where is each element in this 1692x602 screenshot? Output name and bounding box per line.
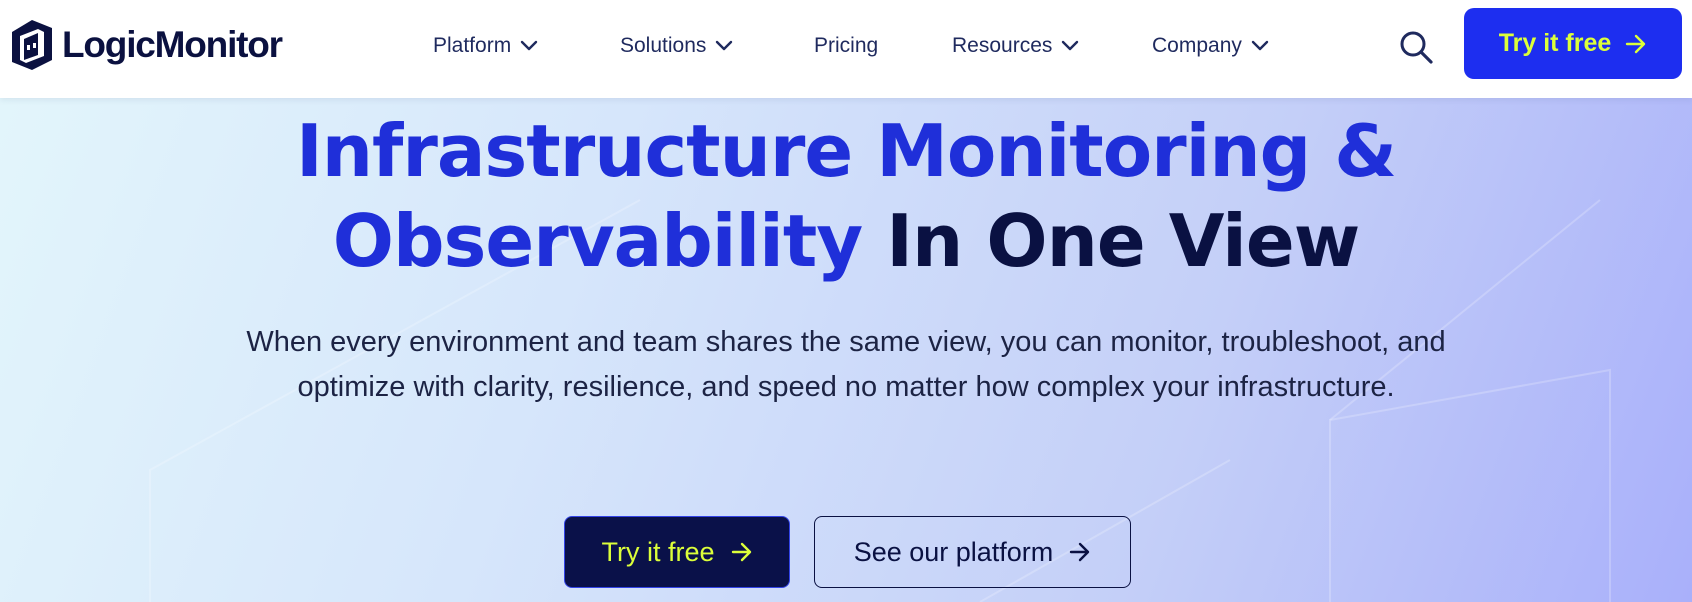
nav-item-company[interactable]: Company (1152, 26, 1269, 66)
try-free-label: Try it free (601, 536, 715, 567)
nav-item-resources[interactable]: Resources (952, 26, 1079, 66)
hero-title: Infrastructure Monitoring & Observabilit… (0, 106, 1692, 286)
search-button[interactable] (1396, 27, 1436, 67)
chevron-down-icon (520, 40, 538, 51)
site-header: LogicMonitor Platform Solutions Pricing … (0, 0, 1692, 98)
chevron-down-icon (1062, 40, 1079, 51)
search-icon (1400, 31, 1433, 64)
hero-title-line1: Infrastructure Monitoring & (295, 109, 1397, 193)
arrow-right-icon (1070, 542, 1090, 562)
logicmonitor-logo-icon (12, 20, 52, 70)
nav-item-solutions[interactable]: Solutions (620, 26, 733, 66)
hero-title-accent: Observability (332, 199, 863, 283)
hero-subtitle: When every environment and team shares t… (246, 326, 1446, 403)
logo[interactable]: LogicMonitor (10, 18, 283, 72)
nav-item-label: Platform (433, 34, 512, 57)
logo-text: LogicMonitor (62, 24, 283, 65)
arrow-right-icon (1626, 34, 1646, 53)
chevron-down-icon (716, 40, 733, 51)
try-free-button[interactable]: Try it free (564, 516, 790, 588)
see-platform-button[interactable]: See our platform (814, 516, 1131, 588)
header-try-free-button[interactable]: Try it free (1464, 8, 1682, 79)
header-cta-label: Try it free (1498, 29, 1612, 57)
nav-item-label: Solutions (620, 34, 707, 57)
nav-item-label: Company (1152, 34, 1242, 57)
nav-item-pricing[interactable]: Pricing (814, 26, 878, 66)
nav-item-label: Resources (952, 34, 1053, 57)
chevron-down-icon (1251, 40, 1269, 51)
see-platform-label: See our platform (853, 536, 1054, 567)
arrow-right-icon (731, 542, 751, 562)
hero-title-dark: In One View (886, 199, 1360, 283)
nav-item-platform[interactable]: Platform (433, 26, 538, 66)
nav-item-label: Pricing (814, 34, 879, 57)
